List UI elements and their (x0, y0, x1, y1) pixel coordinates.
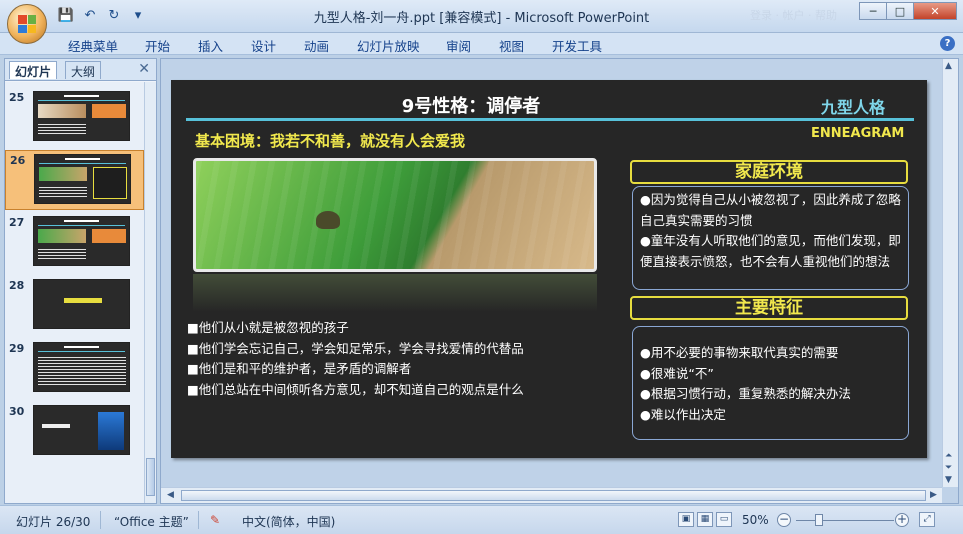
tab-animations[interactable]: 动画 (304, 36, 329, 55)
theme-name[interactable]: “Office 主题” (114, 513, 189, 530)
slide-thumb-26[interactable]: 26 (5, 150, 144, 210)
slide-counter: 幻灯片 26/30 (16, 515, 91, 529)
tab-outline[interactable]: 大纲 (65, 61, 102, 79)
tab-review[interactable]: 审阅 (446, 36, 471, 55)
slides-pane: 幻灯片 大纲 ✕ 25 26 27 28 29 30 (4, 58, 157, 504)
slide-thumb-25[interactable]: 25 (5, 88, 144, 148)
traits-box[interactable]: ●用不必要的事物来取代真实的需要 ●很难说“不” ●根据习惯行动，重复熟悉的解决… (632, 326, 909, 440)
language-indicator[interactable]: 中文(简体，中国) (242, 513, 335, 530)
zoom-in-button[interactable]: + (895, 513, 909, 527)
slideshow-icon[interactable]: ▭ (716, 512, 732, 527)
pane-scrollbar[interactable] (144, 82, 156, 503)
slide-preview (34, 154, 131, 204)
pane-tabs: 幻灯片 大纲 ✕ (5, 59, 156, 81)
slide-number: 25 (9, 91, 25, 104)
slide-preview (33, 405, 130, 455)
trait-item: ●根据习惯行动，重复熟悉的解决办法 (640, 386, 851, 401)
close-icon[interactable]: ✕ (138, 61, 150, 77)
office-button[interactable] (7, 4, 47, 44)
slide-thumb-28[interactable]: 28 (5, 276, 144, 336)
vertical-scrollbar[interactable]: ▲ ⏶ ⏷ ▼ (942, 59, 958, 487)
bullet-item: ■他们从小就是被忽视的孩子 (187, 320, 349, 335)
family-item: ●童年没有人听取他们的意见，而他们发现，即便直接表示愤怒，也不会有人重视他们的想… (640, 233, 901, 269)
slide-thumb-30[interactable]: 30 (5, 402, 144, 462)
slide-preview (33, 342, 130, 392)
slide-preview (33, 279, 130, 329)
trait-item: ●用不必要的事物来取代真实的需要 (640, 345, 839, 360)
tab-classic-menu[interactable]: 经典菜单 (68, 36, 118, 55)
scroll-left-icon[interactable]: ◀ (167, 490, 174, 500)
minimize-button[interactable]: ─ (859, 2, 887, 20)
bullet-list[interactable]: ■他们从小就是被忽视的孩子 ■他们学会忘记自己，学会知足常乐，学会寻找爱情的代替… (187, 318, 524, 400)
scroll-down-icon[interactable]: ▼ (945, 475, 952, 485)
frog-icon (316, 211, 340, 229)
slide-number: 27 (9, 216, 25, 229)
tab-developer[interactable]: 开发工具 (552, 36, 602, 55)
spellcheck-icon[interactable]: ✎ (210, 513, 220, 527)
slide-brand[interactable]: 九型人格 (821, 94, 885, 118)
fit-to-window-icon[interactable]: ⤢ (919, 512, 935, 527)
help-icon[interactable]: ? (940, 36, 955, 51)
zoom-slider[interactable] (796, 520, 894, 521)
tab-view[interactable]: 视图 (499, 36, 524, 55)
bullet-item: ■他们是和平的维护者，是矛盾的调解者 (187, 361, 412, 376)
scroll-up-icon[interactable]: ▲ (945, 61, 952, 71)
maximize-button[interactable]: □ (886, 2, 914, 20)
scroll-right-icon[interactable]: ▶ (930, 490, 937, 500)
traits-heading[interactable]: 主要特征 (630, 296, 908, 320)
family-box[interactable]: ●因为觉得自己从小被忽视了，因此养成了忽略自己真实需要的习惯 ●童年没有人听取他… (632, 186, 909, 290)
bullet-item: ■他们总站在中间倾听各方意见，却不知道自己的观点是什么 (187, 381, 524, 397)
tab-slides[interactable]: 幻灯片 (9, 61, 58, 79)
title-underline (186, 118, 914, 121)
tab-home[interactable]: 开始 (145, 36, 170, 55)
account-links: 登录 · 帐户 · 帮助 (750, 9, 837, 22)
enneagram-label[interactable]: ENNEAGRAM (811, 126, 904, 141)
bullet-item: ■他们学会忘记自己，学会知足常乐，学会寻找爱情的代替品 (187, 340, 524, 356)
slide-sorter-icon[interactable]: ▦ (697, 512, 713, 527)
slide-preview (33, 216, 130, 266)
separator (100, 511, 101, 529)
zoom-out-button[interactable]: − (777, 513, 791, 527)
ribbon-tabs: 经典菜单 开始 插入 设计 动画 幻灯片放映 审阅 视图 开发工具 ? (0, 33, 963, 55)
slide-thumb-27[interactable]: 27 (5, 213, 144, 273)
zoom-slider-knob[interactable] (815, 514, 823, 526)
trait-item: ●难以作出决定 (640, 406, 726, 422)
trait-item: ●很难说“不” (640, 365, 714, 381)
close-button[interactable]: ✕ (913, 2, 957, 20)
next-slide-icon[interactable]: ⏷ (945, 463, 952, 473)
slide-thumbnails: 25 26 27 28 29 30 (5, 82, 144, 503)
horizontal-scrollbar[interactable]: ◀ ▶ (161, 487, 942, 503)
title-bar: 💾 ↶ ↻ ▾ 九型人格-刘一舟.ppt [兼容模式] - Microsoft … (0, 0, 963, 33)
slide-editing-area: 9号性格：调停者 九型人格 基本困境：我若不和善，就没有人会爱我 ENNEAGR… (160, 58, 959, 504)
lotus-leaf-frog-image[interactable] (193, 158, 597, 272)
family-item: ●因为觉得自己从小被忽视了，因此养成了忽略自己真实需要的习惯 (640, 192, 901, 228)
prev-slide-icon[interactable]: ⏶ (945, 451, 952, 461)
scroll-thumb[interactable] (146, 458, 155, 496)
office-logo-icon (18, 15, 36, 33)
normal-view-icon[interactable]: ▣ (678, 512, 694, 527)
separator (198, 511, 199, 529)
current-slide[interactable]: 9号性格：调停者 九型人格 基本困境：我若不和善，就没有人会爱我 ENNEAGR… (171, 80, 927, 458)
tab-insert[interactable]: 插入 (198, 36, 223, 55)
status-bar: 幻灯片 26/30 “Office 主题” ✎ 中文(简体，中国) ▣ ▦ ▭ … (0, 505, 963, 534)
image-reflection (193, 274, 597, 312)
tab-slideshow[interactable]: 幻灯片放映 (357, 36, 420, 55)
family-heading[interactable]: 家庭环境 (630, 160, 908, 184)
slide-number: 30 (9, 405, 25, 418)
slide-subtitle[interactable]: 基本困境：我若不和善，就没有人会爱我 (195, 130, 465, 151)
zoom-level[interactable]: 50% (742, 513, 769, 527)
slide-title[interactable]: 9号性格：调停者 (171, 92, 771, 118)
window-controls: ─ □ ✕ (859, 2, 957, 20)
tab-design[interactable]: 设计 (251, 36, 276, 55)
slide-number: 29 (9, 342, 25, 355)
slide-preview (33, 91, 130, 141)
slide-number: 28 (9, 279, 25, 292)
scroll-thumb[interactable] (181, 490, 926, 501)
slide-thumb-29[interactable]: 29 (5, 339, 144, 399)
slide-number: 26 (10, 154, 26, 167)
